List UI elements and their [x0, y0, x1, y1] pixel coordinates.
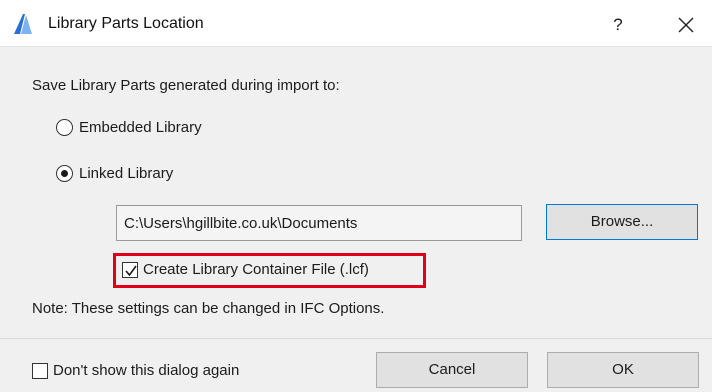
title-bar: Library Parts Location ? [0, 0, 712, 46]
dont-show-again-checkbox[interactable]: Don't show this dialog again [32, 362, 239, 379]
browse-button[interactable]: Browse... [546, 204, 698, 240]
archicad-app-icon [12, 13, 34, 35]
linked-library-label: Linked Library [79, 165, 174, 182]
dialog-title: Library Parts Location [48, 15, 204, 32]
create-container-checkbox[interactable]: Create Library Container File (.lcf) [122, 261, 369, 278]
radio-button[interactable] [56, 119, 73, 136]
linked-library-radio[interactable]: Linked Library [56, 165, 173, 182]
library-path-field[interactable] [116, 205, 522, 241]
save-location-prompt: Save Library Parts generated during impo… [32, 77, 340, 94]
checkbox-unchecked[interactable] [32, 362, 48, 379]
ok-button[interactable]: OK [547, 352, 699, 388]
embedded-library-radio[interactable]: Embedded Library [56, 119, 202, 136]
embedded-library-label: Embedded Library [79, 119, 202, 136]
radio-button-selected[interactable] [56, 165, 73, 182]
dont-show-again-label: Don't show this dialog again [53, 362, 240, 379]
close-button[interactable] [672, 11, 700, 39]
settings-note: Note: These settings can be changed in I… [32, 300, 385, 317]
checkbox-checked[interactable] [122, 261, 138, 278]
library-parts-location-dialog: Library Parts Location ? Save Library Pa… [0, 0, 712, 392]
cancel-button[interactable]: Cancel [376, 352, 528, 388]
close-icon [678, 17, 694, 33]
help-button[interactable]: ? [606, 13, 630, 37]
checkmark-icon [125, 265, 137, 276]
create-container-label: Create Library Container File (.lcf) [143, 261, 369, 278]
